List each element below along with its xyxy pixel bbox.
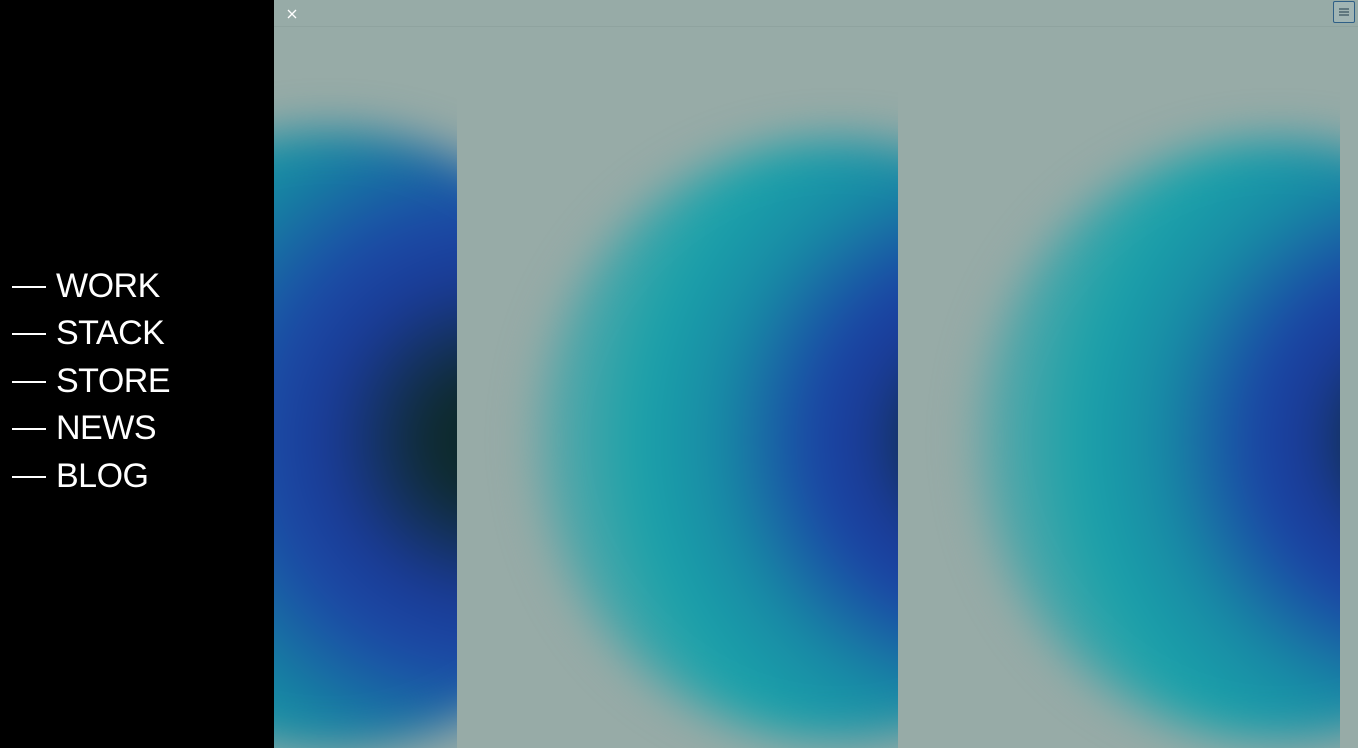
gradient-panel bbox=[898, 0, 1340, 748]
nav-item-label: BLOG bbox=[56, 456, 149, 495]
hero-stage bbox=[274, 0, 1358, 748]
close-button[interactable] bbox=[284, 6, 300, 22]
nav-item-work[interactable]: WORK bbox=[12, 262, 170, 310]
nav-item-blog[interactable]: BLOG bbox=[12, 452, 170, 500]
close-icon bbox=[287, 9, 297, 19]
dash-icon bbox=[12, 475, 46, 478]
gradient-blob bbox=[274, 130, 457, 748]
dash-icon bbox=[12, 333, 46, 336]
dash-icon bbox=[12, 285, 46, 288]
gradient-blob bbox=[537, 140, 898, 740]
gradient-panel bbox=[457, 0, 898, 748]
nav-item-label: NEWS bbox=[56, 409, 157, 448]
nav-item-label: STORE bbox=[56, 361, 171, 400]
nav-list: WORK STACK STORE NEWS BLOG bbox=[12, 262, 171, 500]
menu-icon bbox=[1339, 8, 1349, 16]
nav-item-store[interactable]: STORE bbox=[12, 357, 171, 405]
gradient-panel bbox=[274, 0, 457, 748]
gradient-blob bbox=[978, 140, 1340, 740]
nav-item-label: STACK bbox=[56, 314, 165, 353]
nav-item-news[interactable]: NEWS bbox=[12, 405, 170, 453]
nav-item-stack[interactable]: STACK bbox=[12, 310, 170, 358]
menu-button[interactable] bbox=[1333, 1, 1355, 23]
dash-icon bbox=[12, 428, 46, 431]
nav-item-label: WORK bbox=[56, 266, 160, 305]
nav-drawer: WORK STACK STORE NEWS BLOG bbox=[0, 0, 274, 748]
dash-icon bbox=[12, 380, 46, 383]
top-bar bbox=[274, 0, 1358, 27]
page: WORK STACK STORE NEWS BLOG bbox=[0, 0, 1358, 748]
